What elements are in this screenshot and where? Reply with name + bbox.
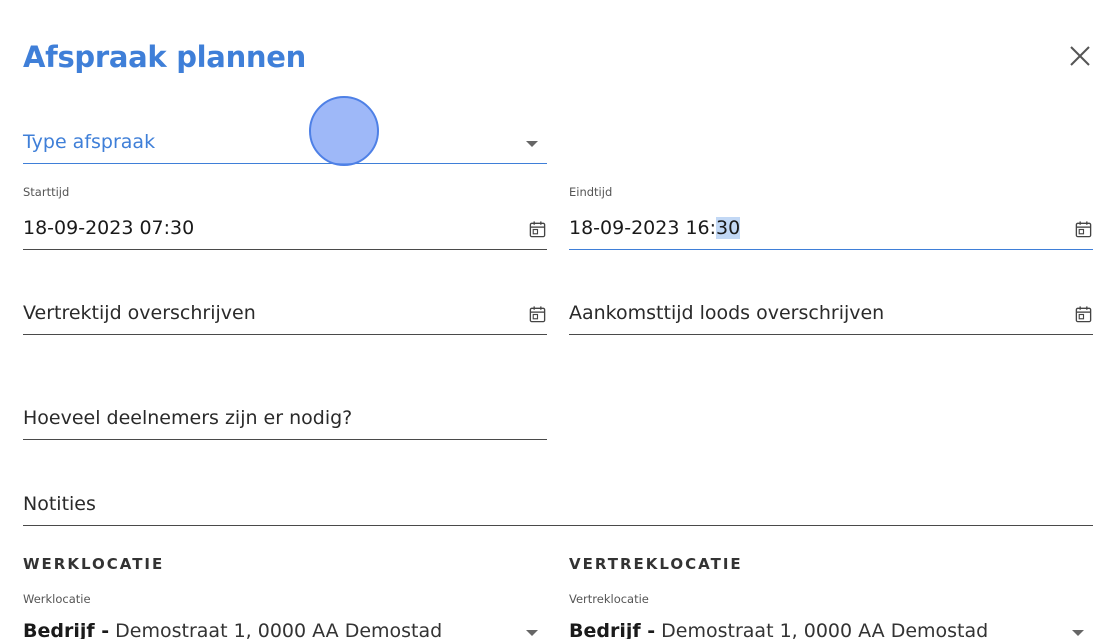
calendar-icon[interactable]	[528, 305, 547, 324]
arrival-time-override-field[interactable]: Aankomsttijd loods overschrijven	[569, 297, 1093, 335]
appointment-dialog: Afspraak plannen Type afspraak Starttijd…	[0, 0, 1120, 639]
close-button[interactable]	[1066, 42, 1094, 70]
departure-location-select[interactable]: Vertreklocatie Bedrijf - Demostraat 1, 0…	[569, 592, 1093, 639]
calendar-icon[interactable]	[528, 220, 547, 239]
work-location-heading: WERKLOCATIE	[23, 555, 165, 573]
work-location-company: Bedrijf -	[23, 620, 110, 639]
end-time-field[interactable]: Eindtijd 18-09-2023 16:30	[569, 185, 1093, 250]
end-time-value-text: 18-09-2023 16:	[569, 217, 717, 239]
calendar-icon[interactable]	[1074, 220, 1093, 239]
appointment-type-select[interactable]: Type afspraak	[23, 126, 547, 164]
end-time-label: Eindtijd	[569, 185, 613, 199]
work-location-label: Werklocatie	[23, 592, 91, 606]
departure-location-heading: VERTREKLOCATIE	[569, 555, 743, 573]
departure-location-address: Demostraat 1, 0000 AA Demostad	[655, 620, 989, 639]
work-location-select[interactable]: Werklocatie Bedrijf - Demostraat 1, 0000…	[23, 592, 547, 639]
start-time-field[interactable]: Starttijd 18-09-2023 07:30	[23, 185, 547, 250]
calendar-icon[interactable]	[1074, 305, 1093, 324]
appointment-type-label: Type afspraak	[23, 131, 156, 153]
work-location-address: Demostraat 1, 0000 AA Demostad	[109, 620, 443, 639]
participants-label: Hoeveel deelnemers zijn er nodig?	[23, 407, 353, 429]
start-time-label: Starttijd	[23, 185, 70, 199]
participants-input[interactable]: Hoeveel deelnemers zijn er nodig?	[23, 403, 547, 440]
departure-time-override-label: Vertrektijd overschrijven	[23, 302, 256, 324]
chevron-down-icon	[526, 630, 538, 636]
departure-time-override-field[interactable]: Vertrektijd overschrijven	[23, 297, 547, 335]
work-location-value: Bedrijf - Demostraat 1, 0000 AA Demostad	[23, 620, 442, 639]
departure-location-label: Vertreklocatie	[569, 592, 649, 606]
notes-input[interactable]: Notities	[23, 489, 1093, 526]
close-icon	[1070, 46, 1090, 66]
end-time-value: 18-09-2023 16:30	[569, 217, 741, 239]
notes-label: Notities	[23, 493, 96, 515]
departure-location-value: Bedrijf - Demostraat 1, 0000 AA Demostad	[569, 620, 988, 639]
start-time-value: 18-09-2023 07:30	[23, 217, 195, 239]
chevron-down-icon	[526, 141, 538, 147]
end-time-selected-text: 30	[716, 217, 741, 239]
arrival-time-override-label: Aankomsttijd loods overschrijven	[569, 302, 885, 324]
dialog-title: Afspraak plannen	[23, 40, 306, 74]
departure-location-company: Bedrijf -	[569, 620, 656, 639]
chevron-down-icon	[1072, 630, 1084, 636]
